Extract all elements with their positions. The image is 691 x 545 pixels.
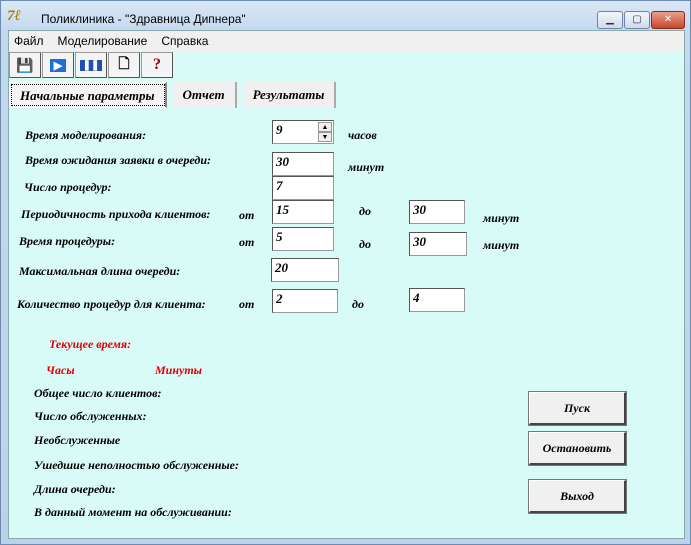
arrival-label: Периодичность прихода клиентов: <box>21 207 211 221</box>
menu-help[interactable]: Справка <box>156 34 217 48</box>
spin-up-icon[interactable]: ▲ <box>318 122 332 132</box>
pause-button[interactable]: ❚❚ <box>75 52 107 78</box>
unserved-label: Необслуженные <box>34 433 121 447</box>
tab-report[interactable]: Отчет <box>172 82 237 108</box>
help-icon: ? <box>153 56 161 73</box>
sim-time-spinner[interactable]: 9 ▲ ▼ <box>272 120 334 144</box>
start-button[interactable]: Пуск <box>528 391 627 426</box>
minimize-button[interactable]: ▁ <box>597 11 623 29</box>
proc-time-from-input[interactable]: 5 <box>272 227 334 251</box>
arrival-from-input[interactable]: 15 <box>272 200 334 224</box>
current-time-label: Текущее время: <box>49 337 132 351</box>
minutes-label: Минуты <box>155 363 202 377</box>
spin-down-icon[interactable]: ▼ <box>318 132 332 142</box>
total-clients-label: Общее число клиентов: <box>34 386 162 400</box>
stop-button[interactable]: Остановить <box>528 431 627 466</box>
max-queue-input[interactable]: 20 <box>271 258 339 282</box>
play-button[interactable]: ▶ <box>42 52 74 78</box>
proc-count-label: Число процедур: <box>24 180 112 194</box>
served-label: Число обслуженных: <box>34 409 147 423</box>
app-icon: 7ℓ <box>7 8 21 24</box>
menu-modeling[interactable]: Моделирование <box>53 34 157 48</box>
sim-time-value: 9 <box>276 122 283 137</box>
maximize-button[interactable]: ▢ <box>624 11 650 29</box>
procs-per-client-label: Количество процедур для клиента: <box>17 297 206 311</box>
sim-time-label: Время моделирования: <box>25 128 147 142</box>
hours-label: Часы <box>46 363 75 377</box>
wait-time-label: Время ожидания заявки в очереди: <box>25 153 212 167</box>
procs-from-label: от <box>239 297 255 311</box>
app-window: 7ℓ Поликлиника - "Здравница Дипнера" ▁ ▢… <box>0 0 691 545</box>
close-button[interactable]: ✕ <box>651 11 685 29</box>
window-title: Поликлиника - "Здравница Дипнера" <box>41 12 246 26</box>
help-button[interactable]: ? <box>141 52 173 78</box>
pause-icon: ❚❚ <box>79 59 103 71</box>
sim-time-unit: часов <box>348 128 377 142</box>
exit-button[interactable]: Выход <box>528 479 627 514</box>
procs-from-input[interactable]: 2 <box>272 289 338 313</box>
menu-file[interactable]: Файл <box>9 34 53 48</box>
queue-length-label: Длина очереди: <box>34 482 116 496</box>
arrival-unit: минут <box>483 211 520 225</box>
proc-time-to-label: до <box>359 237 371 251</box>
play-icon: ▶ <box>49 58 67 72</box>
procs-to-label: до <box>352 297 364 311</box>
save-icon: 💾 <box>16 56 34 73</box>
in-service-label: В данный момент на обслуживании: <box>34 505 232 519</box>
arrival-from-label: от <box>239 208 255 222</box>
save-button[interactable]: 💾 <box>9 52 41 78</box>
proc-count-input[interactable]: 7 <box>272 176 334 200</box>
wait-time-input[interactable]: 30 <box>272 152 334 176</box>
toolbar: 💾 ▶ ❚❚ 🗋 ? <box>9 52 174 78</box>
tab-results[interactable]: Результаты <box>242 82 337 108</box>
proc-time-from-label: от <box>239 235 255 249</box>
tab-bar: Начальные параметры Отчет Результаты <box>9 82 342 108</box>
proc-time-to-input[interactable]: 30 <box>409 232 467 256</box>
arrival-to-input[interactable]: 30 <box>409 200 465 224</box>
new-document-icon: 🗋 <box>118 55 130 71</box>
arrival-to-label: до <box>359 204 371 218</box>
procs-to-input[interactable]: 4 <box>409 288 465 312</box>
proc-time-label: Время процедуры: <box>19 234 116 248</box>
proc-time-unit: минут <box>483 238 520 252</box>
wait-time-unit: минут <box>348 160 385 174</box>
partially-served-label: Ушедшие неполностью обслуженные: <box>34 458 240 472</box>
max-queue-label: Максимальная длина очереди: <box>19 264 181 278</box>
new-document-button[interactable]: 🗋 <box>108 52 140 78</box>
menu-bar: Файл Моделирование Справка <box>9 31 684 51</box>
tab-initial-params[interactable]: Начальные параметры <box>9 82 167 108</box>
